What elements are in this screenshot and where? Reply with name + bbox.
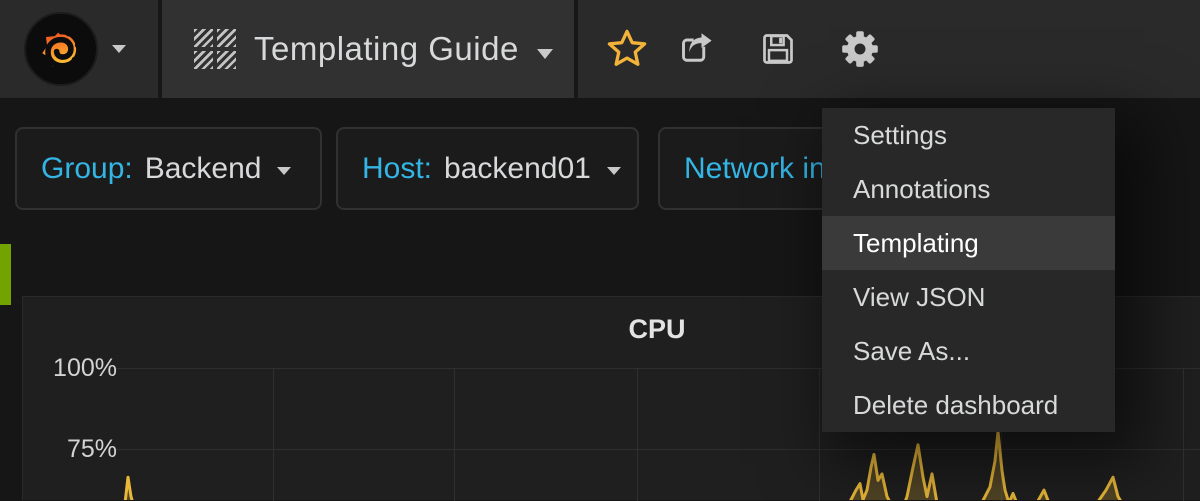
variable-label: Group: bbox=[41, 152, 133, 186]
dashboard-grid-icon bbox=[194, 29, 236, 69]
menu-item-view-json[interactable]: View JSON bbox=[822, 270, 1115, 324]
menu-item-delete-dashboard[interactable]: Delete dashboard bbox=[822, 378, 1115, 432]
menu-item-save-as[interactable]: Save As... bbox=[822, 324, 1115, 378]
dashboard-title-button[interactable]: Templating Guide bbox=[162, 0, 574, 98]
main-menu-button[interactable] bbox=[0, 0, 158, 98]
gridline-v bbox=[819, 368, 820, 501]
menu-item-annotations[interactable]: Annotations bbox=[822, 162, 1115, 216]
chevron-down-icon bbox=[277, 167, 291, 175]
settings-button[interactable] bbox=[830, 0, 890, 98]
gridline-v bbox=[273, 368, 274, 501]
gridline-75 bbox=[114, 449, 1200, 450]
gear-icon bbox=[841, 30, 879, 68]
gridline-v bbox=[637, 368, 638, 501]
variable-dropdown-host[interactable]: Host: backend01 bbox=[336, 127, 639, 210]
save-icon bbox=[760, 31, 796, 67]
page-title: Templating Guide bbox=[254, 30, 519, 68]
gridline-v bbox=[454, 368, 455, 501]
variable-value: backend01 bbox=[444, 152, 591, 186]
star-icon bbox=[604, 27, 650, 71]
row-collapse-bar[interactable] bbox=[0, 244, 11, 305]
chevron-down-icon bbox=[112, 45, 126, 53]
save-button[interactable] bbox=[748, 0, 808, 98]
divider bbox=[574, 0, 578, 98]
ytick-75: 75% bbox=[39, 435, 117, 464]
share-button[interactable] bbox=[667, 0, 727, 98]
star-button[interactable] bbox=[597, 0, 657, 98]
menu-item-settings[interactable]: Settings bbox=[822, 108, 1115, 162]
variable-dropdown-group[interactable]: Group: Backend bbox=[15, 127, 322, 210]
share-icon bbox=[679, 31, 715, 67]
variable-label: Network in bbox=[684, 152, 826, 186]
menu-item-templating[interactable]: Templating bbox=[822, 216, 1115, 270]
chevron-down-icon bbox=[607, 167, 621, 175]
variable-label: Host: bbox=[362, 152, 432, 186]
navbar: Templating Guide bbox=[0, 0, 1200, 98]
dashboard-settings-menu: Settings Annotations Templating View JSO… bbox=[822, 108, 1115, 432]
chevron-down-icon bbox=[537, 49, 553, 59]
grafana-logo-icon bbox=[24, 12, 98, 86]
variable-value: Backend bbox=[145, 152, 262, 186]
gridline-v bbox=[1183, 368, 1184, 501]
ytick-100: 100% bbox=[39, 354, 117, 383]
